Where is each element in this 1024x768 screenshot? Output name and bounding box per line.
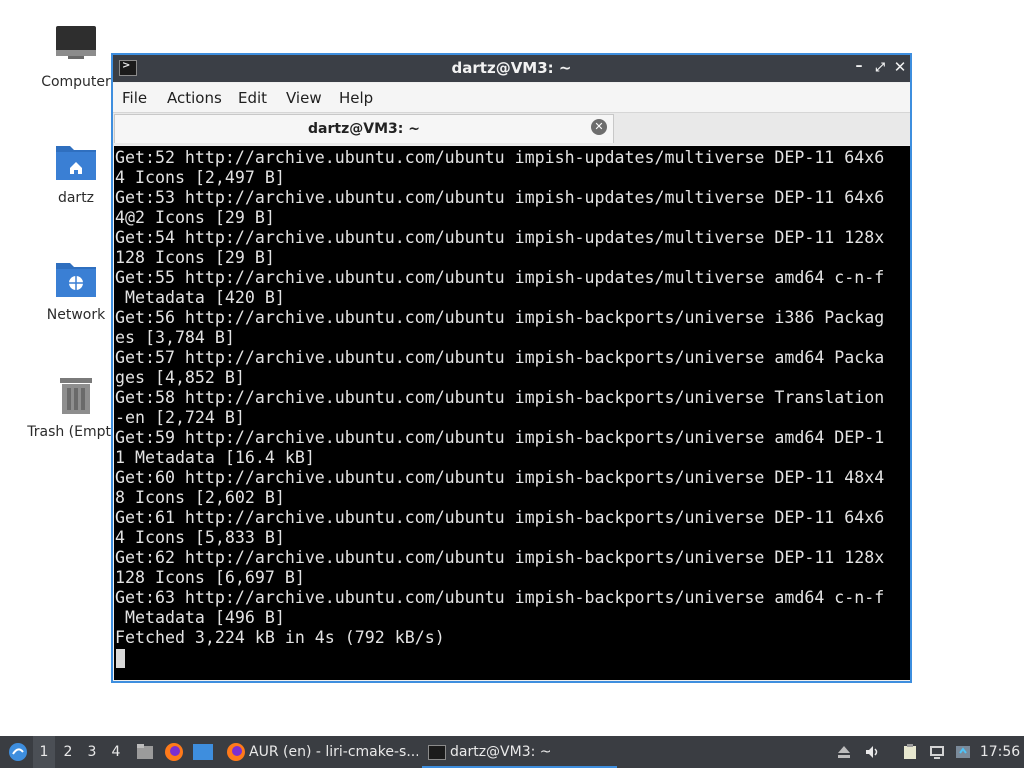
file-manager-icon bbox=[137, 744, 153, 759]
file-manager-launcher[interactable] bbox=[134, 736, 156, 768]
terminal-window: dartz@VM3: ~ – ⤢ ✕ File Actions Edit Vie… bbox=[111, 53, 912, 683]
menu-file[interactable]: File bbox=[122, 89, 147, 107]
volume-icon[interactable] bbox=[864, 744, 880, 760]
terminal-text: Get:52 http://archive.ubuntu.com/ubuntu … bbox=[115, 148, 885, 647]
eject-icon[interactable] bbox=[836, 744, 852, 760]
close-button[interactable]: ✕ bbox=[892, 58, 908, 78]
clipboard-icon[interactable] bbox=[902, 744, 918, 760]
maximize-button[interactable]: ⤢ bbox=[872, 60, 888, 80]
menu-help[interactable]: Help bbox=[339, 89, 373, 107]
firefox-icon bbox=[227, 743, 245, 761]
tab-bar: dartz@VM3: ~ ✕ bbox=[113, 112, 910, 145]
workspace-2[interactable]: 2 bbox=[57, 736, 79, 768]
taskbar: 1 2 3 4 AUR (en) - liri-cmake-s... dartz… bbox=[0, 736, 1024, 768]
tab-close-icon[interactable]: ✕ bbox=[591, 119, 607, 135]
menu-view[interactable]: View bbox=[286, 89, 322, 107]
terminal-cursor bbox=[116, 649, 125, 668]
workspace-4[interactable]: 4 bbox=[105, 736, 127, 768]
terminal-icon bbox=[428, 745, 446, 760]
menu-bar: File Actions Edit View Help bbox=[113, 83, 910, 112]
update-icon[interactable] bbox=[955, 744, 971, 760]
tab-label: dartz@VM3: ~ bbox=[308, 121, 420, 137]
terminal-output[interactable]: Get:52 http://archive.ubuntu.com/ubuntu … bbox=[114, 146, 910, 680]
clock[interactable]: 17:56 bbox=[976, 736, 1024, 768]
firefox-launcher[interactable] bbox=[162, 736, 186, 768]
window-title: dartz@VM3: ~ bbox=[451, 59, 572, 77]
menu-edit[interactable]: Edit bbox=[238, 89, 267, 107]
start-menu-icon bbox=[9, 743, 27, 761]
taskbar-task-terminal[interactable]: dartz@VM3: ~ bbox=[422, 736, 617, 768]
network-folder-icon bbox=[52, 255, 100, 303]
firefox-icon bbox=[165, 743, 183, 761]
task-label: dartz@VM3: ~ bbox=[450, 744, 552, 760]
workspace-3[interactable]: 3 bbox=[81, 736, 103, 768]
menu-actions[interactable]: Actions bbox=[167, 89, 222, 107]
workspace-1[interactable]: 1 bbox=[33, 736, 55, 768]
network-tray-icon[interactable] bbox=[929, 744, 945, 760]
window-titlebar[interactable]: dartz@VM3: ~ – ⤢ ✕ bbox=[113, 55, 910, 82]
show-desktop-button[interactable] bbox=[191, 736, 215, 768]
start-menu-button[interactable] bbox=[4, 736, 30, 768]
home-folder-icon bbox=[52, 138, 100, 186]
tab-terminal[interactable]: dartz@VM3: ~ ✕ bbox=[114, 114, 614, 143]
taskbar-task-firefox[interactable]: AUR (en) - liri-cmake-s... bbox=[224, 736, 418, 768]
computer-icon bbox=[52, 22, 100, 70]
trash-icon bbox=[52, 372, 100, 420]
minimize-button[interactable]: – bbox=[851, 58, 867, 78]
desktop-icon bbox=[193, 744, 213, 760]
task-label: AUR (en) - liri-cmake-s... bbox=[249, 744, 418, 760]
